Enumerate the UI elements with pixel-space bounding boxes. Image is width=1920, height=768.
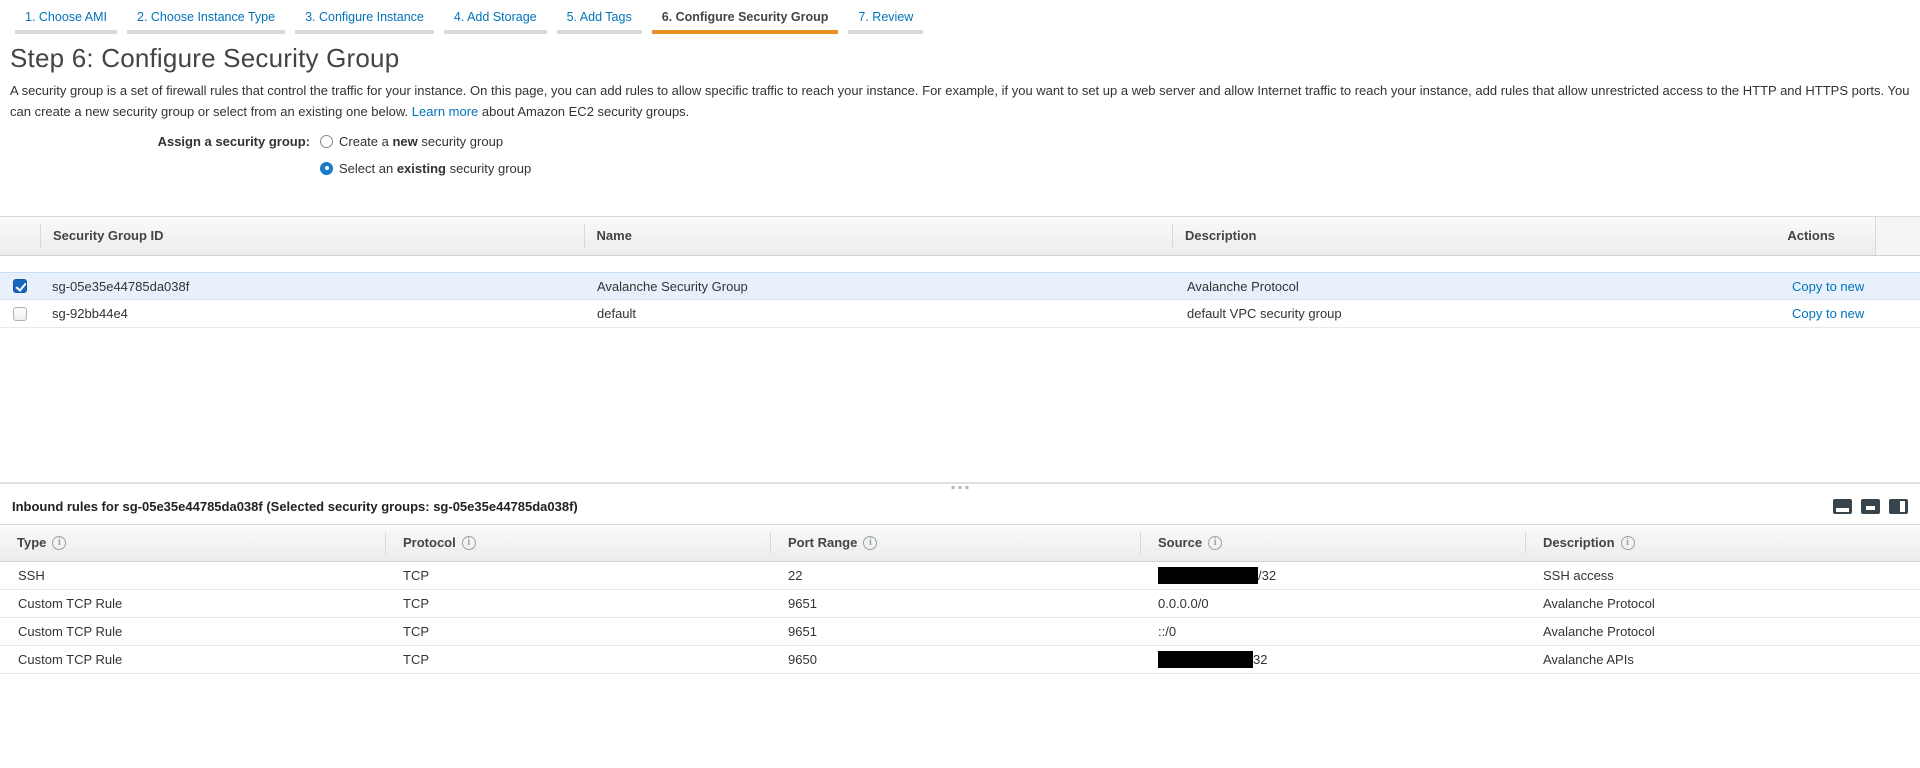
- security-groups-table-header: Security Group ID Name Description Actio…: [0, 216, 1920, 256]
- inbound-rule-row-custom-tcp-1: Custom TCP Rule TCP 9651 0.0.0.0/0 Avala…: [0, 590, 1920, 618]
- tab-configure-instance[interactable]: 3. Configure Instance: [295, 8, 434, 34]
- splitter-handle-icon[interactable]: [952, 486, 969, 489]
- pane-splitter[interactable]: [0, 483, 1920, 497]
- pane-layout-toggles: [1833, 499, 1908, 514]
- copy-to-new-link[interactable]: Copy to new: [1792, 306, 1864, 321]
- sg-name: default: [585, 306, 1175, 321]
- rule-protocol: TCP: [385, 624, 770, 639]
- rule-source: 0.0.0.0/0: [1140, 596, 1525, 611]
- rule-source: ::/0: [1140, 624, 1525, 639]
- inbound-rule-row-custom-tcp-3: Custom TCP Rule TCP 9650 32 Avalanche AP…: [0, 646, 1920, 674]
- sg-id: sg-05e35e44785da038f: [40, 279, 585, 294]
- column-header-type[interactable]: Typei: [0, 532, 385, 554]
- column-header-name[interactable]: Name: [584, 224, 1172, 248]
- tab-add-tags[interactable]: 5. Add Tags: [557, 8, 642, 34]
- security-groups-table: Security Group ID Name Description Actio…: [0, 216, 1920, 483]
- column-header-security-group-id[interactable]: Security Group ID: [40, 224, 584, 248]
- inbound-rule-row-ssh: SSH TCP 22 /32 SSH access: [0, 562, 1920, 590]
- rule-port-range: 9650: [770, 652, 1140, 667]
- rule-description: Avalanche Protocol: [1525, 596, 1920, 611]
- info-icon[interactable]: i: [1208, 536, 1222, 550]
- rule-description: Avalanche APIs: [1525, 652, 1920, 667]
- rule-type: Custom TCP Rule: [0, 652, 385, 667]
- rule-protocol: TCP: [385, 596, 770, 611]
- rule-type: Custom TCP Rule: [0, 624, 385, 639]
- info-icon[interactable]: i: [863, 536, 877, 550]
- rule-port-range: 9651: [770, 596, 1140, 611]
- inbound-rules-table-header: Typei Protocoli Port Rangei Sourcei Desc…: [0, 524, 1920, 562]
- rule-protocol: TCP: [385, 568, 770, 583]
- info-icon[interactable]: i: [1621, 536, 1635, 550]
- tab-add-storage[interactable]: 4. Add Storage: [444, 8, 547, 34]
- rule-description: SSH access: [1525, 568, 1920, 583]
- scrollbar-corner: [1875, 217, 1920, 255]
- column-header-port-range[interactable]: Port Rangei: [770, 532, 1140, 554]
- rule-type: Custom TCP Rule: [0, 596, 385, 611]
- tab-configure-security-group[interactable]: 6. Configure Security Group: [652, 8, 839, 34]
- sg-name: Avalanche Security Group: [585, 279, 1175, 294]
- learn-more-link[interactable]: Learn more: [412, 104, 478, 119]
- layout-split-pane-icon[interactable]: [1861, 499, 1880, 514]
- assign-security-group-section: Assign a security group: Create a new se…: [147, 132, 1910, 186]
- column-header-actions: Actions: [1775, 224, 1875, 248]
- radio-create-new-security-group[interactable]: Create a new security group: [320, 132, 531, 150]
- sg-description: Avalanche Protocol: [1175, 279, 1780, 294]
- inbound-rule-row-custom-tcp-2: Custom TCP Rule TCP 9651 ::/0 Avalanche …: [0, 618, 1920, 646]
- radio-select-existing-security-group[interactable]: Select an existing security group: [320, 159, 531, 177]
- sg-id: sg-92bb44e4: [40, 306, 585, 321]
- radio-icon-checked[interactable]: [320, 162, 333, 175]
- sg-description: default VPC security group: [1175, 306, 1780, 321]
- tab-review[interactable]: 7. Review: [848, 8, 923, 34]
- info-icon[interactable]: i: [462, 536, 476, 550]
- column-header-description[interactable]: Description: [1172, 224, 1775, 248]
- column-header-protocol[interactable]: Protocoli: [385, 532, 770, 554]
- copy-to-new-link[interactable]: Copy to new: [1792, 279, 1864, 294]
- layout-right-pane-icon[interactable]: [1889, 499, 1908, 514]
- page-title: Step 6: Configure Security Group: [10, 43, 1910, 74]
- wizard-tab-bar: 1. Choose AMI 2. Choose Instance Type 3.…: [0, 0, 1920, 34]
- radio-icon[interactable]: [320, 135, 333, 148]
- page-description: A security group is a set of firewall ru…: [10, 80, 1910, 122]
- info-icon[interactable]: i: [52, 536, 66, 550]
- tab-choose-instance-type[interactable]: 2. Choose Instance Type: [127, 8, 285, 34]
- layout-bottom-pane-icon[interactable]: [1833, 499, 1852, 514]
- column-header-source[interactable]: Sourcei: [1140, 532, 1525, 554]
- rule-description: Avalanche Protocol: [1525, 624, 1920, 639]
- rule-port-range: 9651: [770, 624, 1140, 639]
- table-row-sg-default[interactable]: sg-92bb44e4 default default VPC security…: [0, 300, 1920, 328]
- assign-security-group-label: Assign a security group:: [147, 132, 310, 186]
- inbound-rules-table: Typei Protocoli Port Rangei Sourcei Desc…: [0, 524, 1920, 674]
- rule-port-range: 22: [770, 568, 1140, 583]
- tab-choose-ami[interactable]: 1. Choose AMI: [15, 8, 117, 34]
- rule-source: /32: [1140, 567, 1525, 584]
- rule-type: SSH: [0, 568, 385, 583]
- table-row-sg-avalanche[interactable]: sg-05e35e44785da038f Avalanche Security …: [0, 272, 1920, 300]
- column-header-description[interactable]: Descriptioni: [1525, 532, 1920, 554]
- redacted-ip: [1158, 651, 1253, 668]
- redacted-ip: [1158, 567, 1258, 584]
- checkbox-unchecked-icon[interactable]: [13, 307, 27, 321]
- rule-source: 32: [1140, 651, 1525, 668]
- checkbox-checked-icon[interactable]: [13, 279, 27, 293]
- inbound-rules-title: Inbound rules for sg-05e35e44785da038f (…: [12, 499, 578, 514]
- rule-protocol: TCP: [385, 652, 770, 667]
